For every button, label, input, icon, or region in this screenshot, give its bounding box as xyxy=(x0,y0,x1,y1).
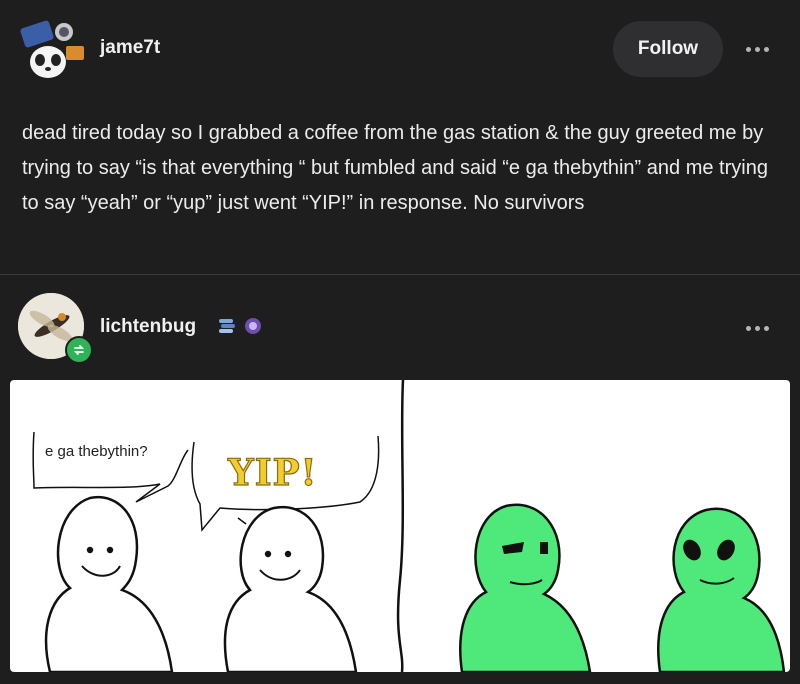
original-post: jame7t Follow dead tired today so I grab… xyxy=(0,0,800,275)
speech-bubble-1-text: e ga thebythin? xyxy=(45,443,148,460)
badge-icons[interactable] xyxy=(218,316,263,336)
reblog-more-options-icon[interactable] xyxy=(737,318,777,338)
reblog-author-name[interactable]: lichtenbug xyxy=(100,316,196,338)
avatar[interactable] xyxy=(18,16,88,86)
comic-image: e ga thebythin? YIP! xyxy=(10,380,790,672)
more-options-icon[interactable] xyxy=(737,39,777,59)
reblog-icon xyxy=(65,336,93,364)
speech-bubble-2-text: YIP! xyxy=(227,451,318,494)
follow-button[interactable]: Follow xyxy=(613,21,723,77)
post-author-name[interactable]: jame7t xyxy=(100,37,160,59)
divider xyxy=(0,274,800,275)
post-body-text: dead tired today so I grabbed a coffee f… xyxy=(22,122,768,214)
